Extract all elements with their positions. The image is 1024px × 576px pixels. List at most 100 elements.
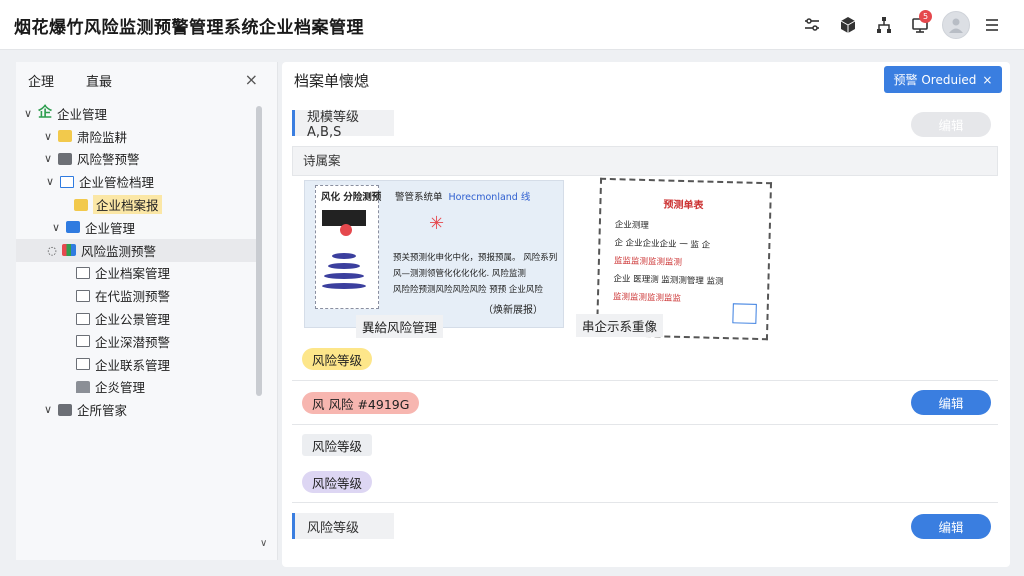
doc-header: 风化 分险测预 xyxy=(321,192,382,203)
form-line: 监监监测监测监测 xyxy=(613,256,683,268)
box-icon xyxy=(66,221,80,234)
form-line: 监测监测监测监监 xyxy=(612,292,682,304)
poster-box xyxy=(315,185,379,309)
chevron-down-icon[interactable]: ∨ xyxy=(50,221,62,234)
tree-item-label: 肃险监耕 xyxy=(77,129,128,145)
risk-level-tag-red: 风 风险 #4919G xyxy=(302,392,420,414)
divider xyxy=(292,424,998,425)
tree-item-risk-warning-selected[interactable]: ◌ 风险监测预警 xyxy=(16,238,256,262)
doc-subheader-text: 警管系统单 xyxy=(395,192,443,203)
close-icon[interactable]: × xyxy=(982,73,992,87)
chevron-down-icon[interactable]: ∨ xyxy=(42,152,54,165)
tree-item-label: 企所管家 xyxy=(77,403,128,419)
folder-icon xyxy=(58,403,72,416)
firework-icon: ✳ xyxy=(429,213,445,234)
top-bar: 烟花爆竹风险监测预警管理系统企业档案管理 5 xyxy=(0,0,1024,50)
sliders-icon[interactable] xyxy=(794,8,830,42)
risk-level-tag-purple: 风险等级 xyxy=(302,471,373,493)
tree-item-label: 企业管检档理 xyxy=(79,175,155,191)
warning-button-label: 预警 Oreduied xyxy=(893,73,977,87)
doc-caption-2: 串企示系重像 xyxy=(576,314,664,337)
doc-icon xyxy=(76,312,90,325)
tree-item-label: 企业档案管理 xyxy=(95,266,171,282)
divider xyxy=(292,380,998,381)
doc-english-text: Horecmonland 线 xyxy=(448,192,531,203)
menu-icon[interactable] xyxy=(974,8,1010,42)
monitor-icon[interactable]: 5 xyxy=(902,8,938,42)
doc-caption-1: 異給风险管理 xyxy=(356,315,444,338)
divider xyxy=(292,502,998,503)
tree-item-sub-4[interactable]: 企业深潜预警 xyxy=(16,330,256,353)
tab-enterprise[interactable]: 企理 xyxy=(28,71,54,90)
shield-icon: ◌ xyxy=(47,243,57,257)
section-scale-level: 规模等级 A,B,S xyxy=(292,110,394,140)
document-thumbnail-1[interactable]: 风化 分险测预 警管系统单 Horecmonland 线 ✳ 预关预测化申化中化，… xyxy=(304,180,564,328)
doc-line: 预关预测化申化中化，预报预属。 风险系列 xyxy=(393,253,558,263)
tree-item-enterprise-archive[interactable]: ∨ 企业管检档理 xyxy=(16,170,256,193)
tree-scrollbar[interactable] xyxy=(256,106,262,396)
doc-subheader: 警管系统单 Horecmonland 线 xyxy=(395,189,530,203)
warning-button[interactable]: 预警 Oreduied × xyxy=(884,66,1002,93)
tree-item-label: 企业档案报 xyxy=(93,195,162,215)
chevron-down-icon[interactable]: ∨ xyxy=(22,107,34,120)
tree-item-risk-warning[interactable]: ∨ 风险警预警 xyxy=(16,148,256,171)
tree-item-label: 在代监测预警 xyxy=(95,289,171,305)
notification-badge: 5 xyxy=(919,10,932,23)
tree-item-sub-3[interactable]: 企业公景管理 xyxy=(16,307,256,330)
documents-header: 诗属案 xyxy=(292,146,998,176)
panel-title: 档案单懐熄 xyxy=(294,72,370,90)
tree-item-housekeeper[interactable]: ∨ 企所管家 xyxy=(16,398,256,421)
table-icon xyxy=(60,175,74,188)
doc-icon xyxy=(76,358,90,371)
tab-direct[interactable]: 直最 xyxy=(86,71,112,90)
tree-item-label: 风险监测预警 xyxy=(81,243,157,259)
left-tree-panel: 企理 直最 × ∨ 企 企业管理 ∨ 肃险监耕 ∨ 风险警预警 ∨ 企业管检档理… xyxy=(16,62,278,560)
tree-item-risk-monitor[interactable]: ∨ 肃险监耕 xyxy=(16,125,256,148)
doc-icon xyxy=(76,335,90,348)
form-line: 企 企业企业企业 一 监 企 xyxy=(614,238,711,251)
tree-item-label: 企业深潜预警 xyxy=(95,334,171,350)
tree-item-sub-5[interactable]: 企业联系管理 xyxy=(16,353,256,376)
app-title: 烟花爆竹风险监测预警管理系统企业档案管理 xyxy=(14,18,364,38)
risk-level-tag-gray: 风险等级 xyxy=(302,434,373,456)
tree-item-sub-2[interactable]: 在代监测预警 xyxy=(16,284,256,307)
form-line: 企业 医理测 监测测管理 监测 xyxy=(613,274,724,288)
doc-icon xyxy=(76,266,90,279)
tree-item-sub-6[interactable]: 企炎管理 xyxy=(16,376,256,399)
chevron-down-icon[interactable]: ∨ xyxy=(42,130,54,143)
form-title: 预测单表 xyxy=(663,199,704,212)
tree-item-archive-report[interactable]: 企业档案报 xyxy=(16,193,256,216)
scroll-down-icon[interactable]: ∨ xyxy=(260,538,267,549)
top-toolbar: 5 xyxy=(794,8,1010,42)
avatar[interactable] xyxy=(938,8,974,42)
risk-level-tag-yellow: 风险等级 xyxy=(302,348,373,370)
edit-button[interactable]: 编辑 xyxy=(911,390,991,415)
tree-item-label: 风险警预警 xyxy=(77,152,140,168)
section-risk-level: 风险等级 xyxy=(292,513,394,539)
tree-item-label: 企业公景管理 xyxy=(95,312,171,328)
tree-item-label: 企业管理 xyxy=(57,106,108,122)
enterprise-icon: 企 xyxy=(38,105,52,122)
tree-item-enterprise-mgmt[interactable]: ∨ 企业管理 xyxy=(16,216,256,239)
archive-detail-panel: 档案单懐熄 预警 Oreduied × 规模等级 A,B,S 编辑 诗属案 风化… xyxy=(282,62,1010,567)
edit-button[interactable]: 编辑 xyxy=(911,514,991,539)
cube-icon[interactable] xyxy=(830,8,866,42)
bank-icon xyxy=(76,380,90,393)
tree-item-enterprise[interactable]: ∨ 企 企业管理 xyxy=(16,102,256,125)
stamp-box xyxy=(732,303,757,324)
chevron-down-icon[interactable]: ∨ xyxy=(44,175,56,188)
network-icon[interactable] xyxy=(866,8,902,42)
doc-note: （焕新展报） xyxy=(483,305,543,316)
edit-button-disabled[interactable]: 编辑 xyxy=(911,112,991,137)
tree-item-label: 企业联系管理 xyxy=(95,357,171,373)
doc-line: 风险险预测风险风险风险 预预 企业风险 xyxy=(393,285,543,295)
folder-icon xyxy=(58,130,72,143)
tree-item-label: 企业管理 xyxy=(85,220,136,236)
close-icon[interactable]: × xyxy=(245,70,258,89)
tree-item-label: 企炎管理 xyxy=(95,380,146,396)
chevron-down-icon[interactable]: ∨ xyxy=(42,403,54,416)
tree-view: ∨ 企 企业管理 ∨ 肃险监耕 ∨ 风险警预警 ∨ 企业管检档理 企业档案报 ∨… xyxy=(16,102,256,421)
monitor-icon xyxy=(62,244,76,257)
tree-item-sub-1[interactable]: 企业档案管理 xyxy=(16,262,256,285)
form-line: 企业测理 xyxy=(614,220,649,232)
